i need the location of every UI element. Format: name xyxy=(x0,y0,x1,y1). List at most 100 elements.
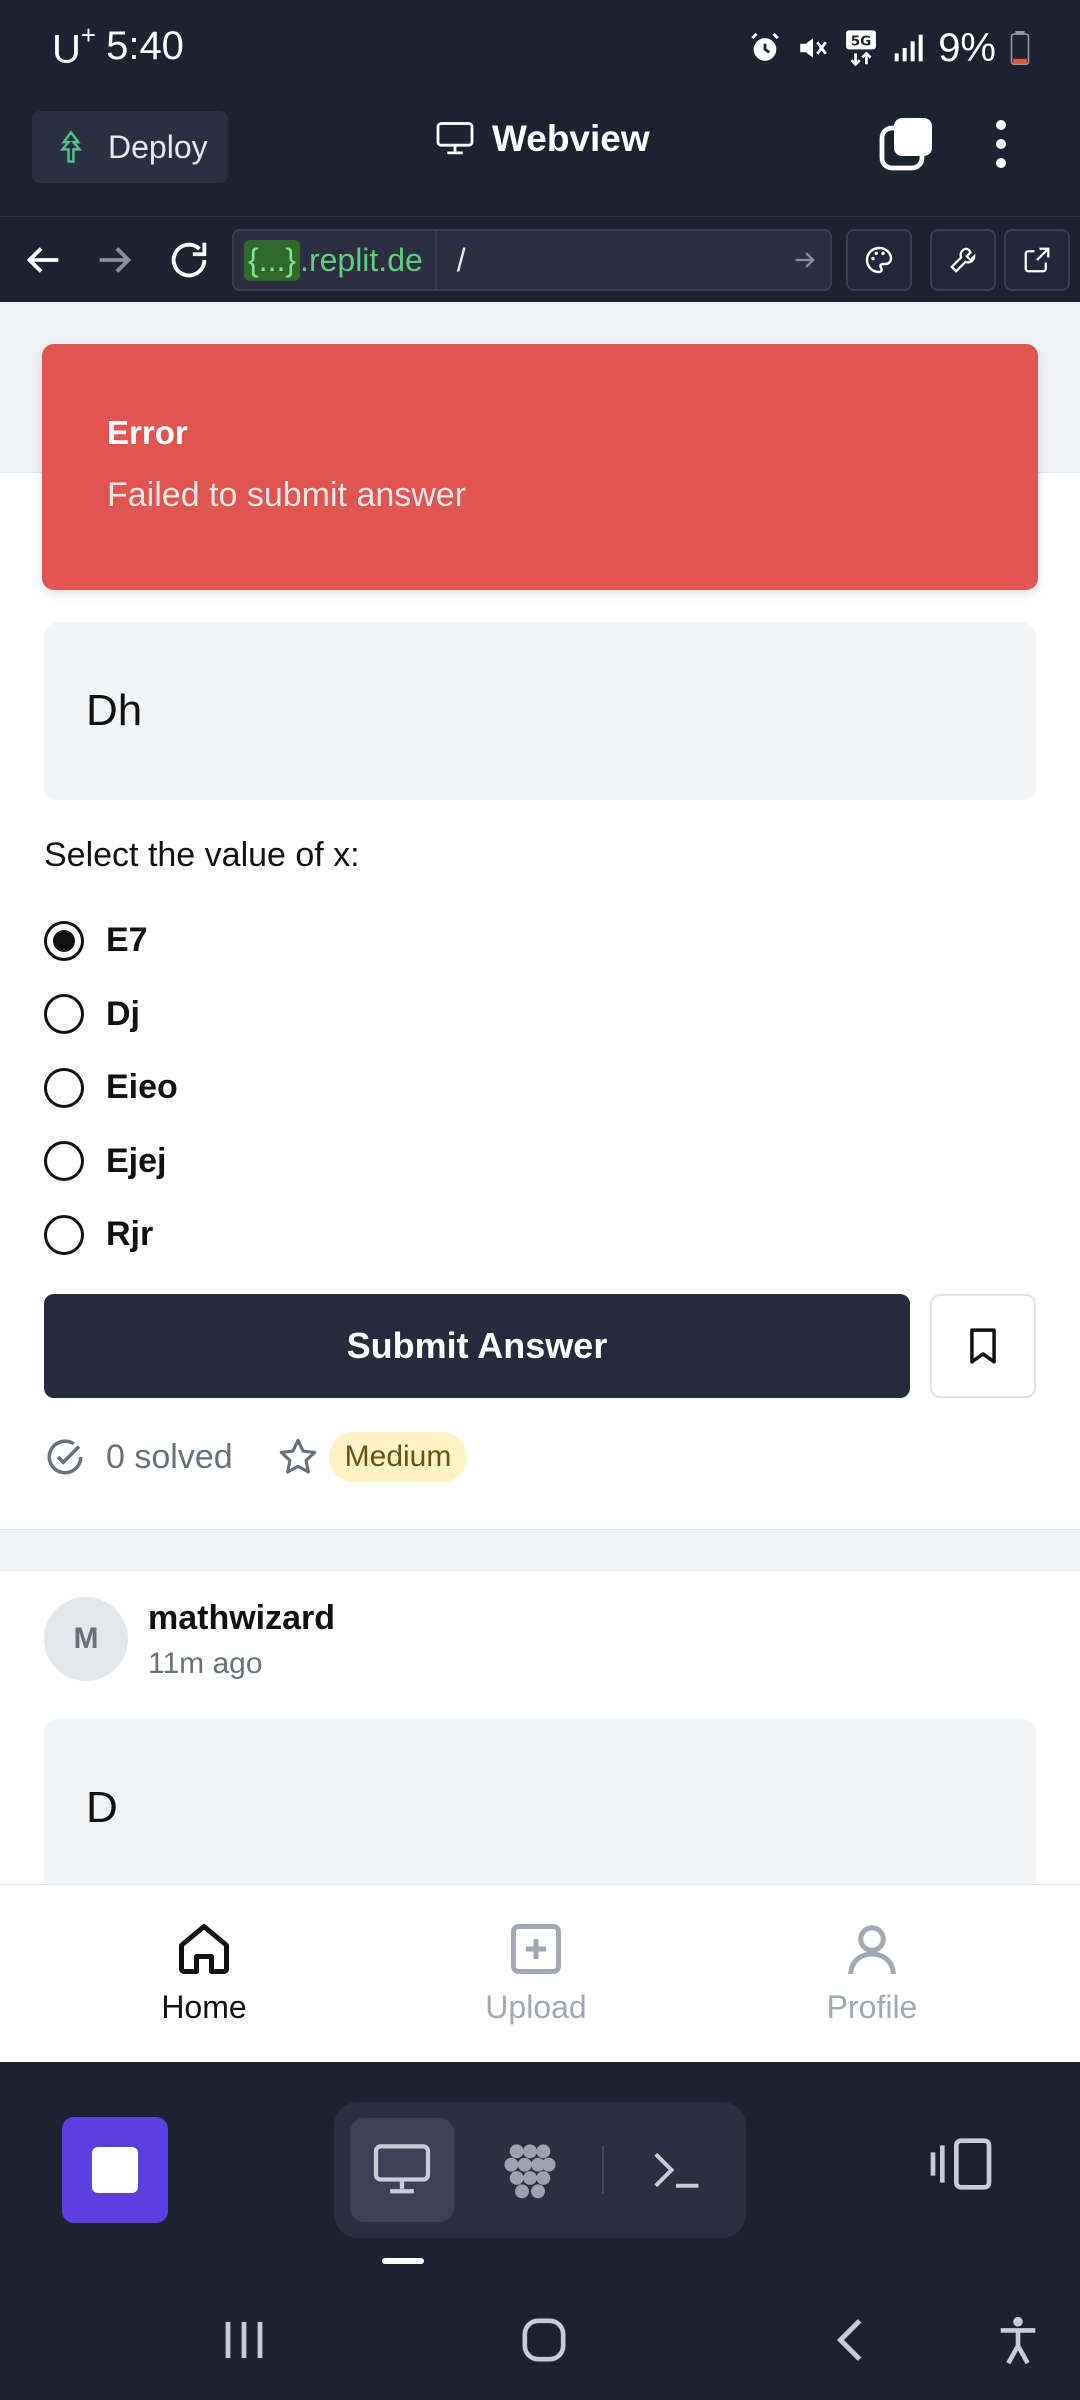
layout-button[interactable] xyxy=(928,2136,994,2192)
layout-icon xyxy=(930,2138,992,2190)
post-question-text: D xyxy=(44,1719,1036,1897)
profile-icon xyxy=(848,1925,896,1975)
deploy-button[interactable]: Deploy xyxy=(32,111,228,183)
system-nav-bar xyxy=(0,2280,1080,2400)
tabs-button[interactable] xyxy=(878,116,934,172)
nav-home-label: Home xyxy=(161,1989,247,2025)
option-label: Ejej xyxy=(106,1141,167,1180)
star-icon[interactable] xyxy=(277,1436,319,1478)
webview-title[interactable]: Webview xyxy=(436,118,650,160)
battery-icon xyxy=(1010,31,1030,65)
status-left: U+ 5:40 xyxy=(52,20,184,72)
toast-message: Failed to submit answer xyxy=(107,476,467,514)
option-ejej[interactable]: Ejej xyxy=(44,1125,178,1199)
status-right: 5G 9% xyxy=(748,26,1030,71)
upload-icon xyxy=(511,1924,561,1974)
radio[interactable] xyxy=(44,1067,84,1108)
svg-text:5G: 5G xyxy=(851,33,872,49)
bookmark-icon xyxy=(970,1328,996,1364)
wrench-button[interactable] xyxy=(930,229,996,291)
nav-upload[interactable]: Upload xyxy=(436,1919,636,2026)
webview-title-text: Webview xyxy=(492,118,650,159)
option-label: Eieo xyxy=(106,1068,178,1107)
url-host-suffix: .replit.de xyxy=(300,241,423,278)
question-prompt: Select the value of x: xyxy=(44,836,360,874)
url-field[interactable]: {...} .replit.de / xyxy=(232,229,832,291)
question-text: Dh xyxy=(44,622,1036,800)
console-button[interactable] xyxy=(624,2118,728,2222)
nav-profile-label: Profile xyxy=(826,1989,918,2025)
option-label: Dj xyxy=(106,994,140,1033)
console-icon xyxy=(654,2152,699,2188)
mute-icon xyxy=(800,38,828,58)
palette-icon xyxy=(865,246,893,274)
home-icon xyxy=(179,1924,229,1974)
monitor-icon xyxy=(436,122,474,155)
5g-icon: 5G xyxy=(846,30,877,67)
option-eieo[interactable]: Eieo xyxy=(44,1051,178,1125)
clock: 5:40 xyxy=(106,23,184,68)
question-meta: 0 solved Medium xyxy=(44,1432,468,1482)
preview-icon xyxy=(373,2144,431,2194)
wrench-icon xyxy=(950,247,976,273)
url-host-highlight: {...} xyxy=(244,239,301,281)
error-toast[interactable]: Error Failed to submit answer xyxy=(42,344,1038,590)
nav-upload-label: Upload xyxy=(485,1989,587,2025)
option-label: E7 xyxy=(106,921,148,960)
radio-selected[interactable] xyxy=(44,920,84,961)
nav-profile[interactable]: Profile xyxy=(772,1919,972,2026)
post-time: 11m ago xyxy=(148,1647,263,1680)
stop-button[interactable] xyxy=(62,2117,168,2223)
avatar[interactable]: M xyxy=(44,1597,128,1681)
app-header: Deploy Webview xyxy=(0,96,1080,216)
agent-icon xyxy=(504,2144,556,2199)
option-dj[interactable]: Dj xyxy=(44,978,178,1052)
solved-count: 0 solved xyxy=(44,1436,233,1478)
radio[interactable] xyxy=(44,1214,84,1255)
url-host: {...} .replit.de xyxy=(234,231,437,289)
option-rjr[interactable]: Rjr xyxy=(44,1198,178,1272)
tabs-icon xyxy=(879,118,932,171)
option-e7[interactable]: E7 xyxy=(44,904,178,978)
url-row: {...} .replit.de / xyxy=(0,216,1080,302)
back-nav-icon[interactable] xyxy=(830,2310,870,2370)
nav-home[interactable]: Home xyxy=(104,1919,304,2026)
recent-apps-icon[interactable] xyxy=(222,2310,266,2370)
submit-answer-button[interactable]: Submit Answer xyxy=(44,1294,910,1398)
option-label: Rjr xyxy=(106,1215,154,1254)
more-icon[interactable] xyxy=(986,114,1016,174)
bottom-nav: Home Upload Profile xyxy=(0,1884,1080,2062)
forward-icon[interactable] xyxy=(92,237,138,283)
webview-content: Error Failed to submit answer Dh Select … xyxy=(0,302,1080,2062)
difficulty-badge: Medium xyxy=(328,1432,468,1482)
check-circle-icon xyxy=(47,1439,83,1475)
back-icon[interactable] xyxy=(20,237,66,283)
carrier-sup: + xyxy=(80,19,97,50)
stop-icon xyxy=(92,2147,138,2193)
palette-button[interactable] xyxy=(846,229,912,291)
replit-dock xyxy=(0,2062,1080,2264)
dock-separator xyxy=(602,2146,604,2194)
deploy-icon xyxy=(59,130,83,163)
reload-icon[interactable] xyxy=(166,237,212,283)
go-icon[interactable] xyxy=(780,246,830,274)
answer-options: E7 Dj Eieo Ejej Rjr xyxy=(44,904,178,1272)
preview-button[interactable] xyxy=(350,2118,454,2222)
dock-pill xyxy=(334,2102,746,2238)
accessibility-icon[interactable] xyxy=(996,2310,1040,2370)
battery-percent: 9% xyxy=(938,25,996,70)
deploy-label: Deploy xyxy=(108,128,208,165)
status-bar: U+ 5:40 5G 9% xyxy=(0,0,1080,96)
toast-title: Error xyxy=(107,414,188,451)
external-link-icon xyxy=(1024,247,1050,273)
radio[interactable] xyxy=(44,1141,84,1182)
carrier-text: U xyxy=(52,27,81,72)
bookmark-button[interactable] xyxy=(930,1294,1036,1398)
home-button-icon[interactable] xyxy=(520,2310,568,2370)
dock-indicator xyxy=(382,2258,424,2264)
agent-button[interactable] xyxy=(478,2118,582,2222)
post-username[interactable]: mathwizard xyxy=(148,1599,335,1638)
url-path-input[interactable]: / xyxy=(437,242,780,279)
radio[interactable] xyxy=(44,994,84,1035)
external-link-button[interactable] xyxy=(1004,229,1070,291)
